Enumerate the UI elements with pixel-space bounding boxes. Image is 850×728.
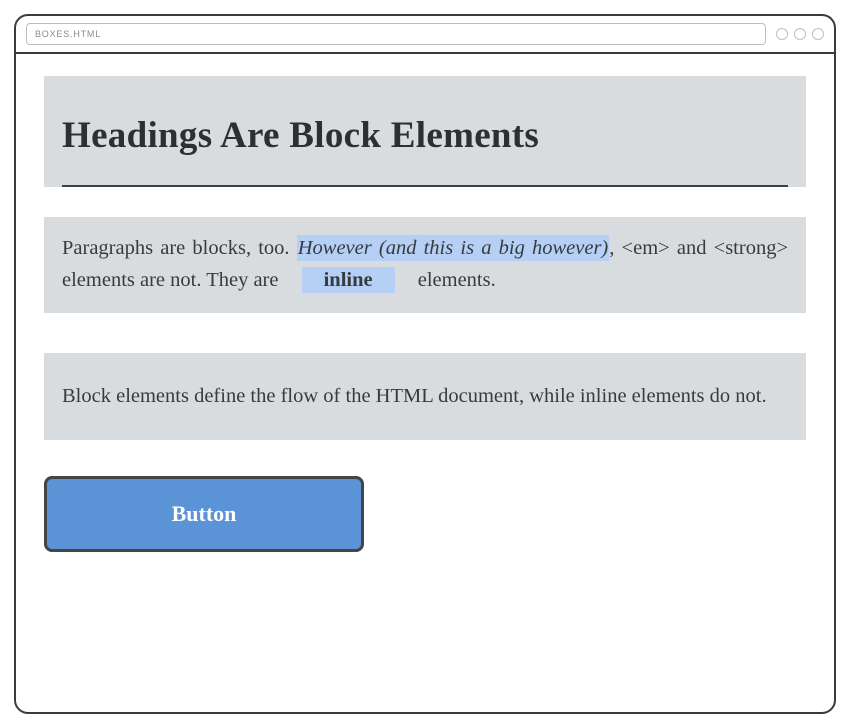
url-bar[interactable]: BOXES.HTML	[26, 23, 766, 45]
paragraph-2-block: Block elements define the flow of the HT…	[44, 353, 806, 441]
browser-window: BOXES.HTML Headings Are Block Elements P…	[14, 14, 836, 714]
para1-strong-inline: inline	[302, 267, 395, 293]
window-controls	[776, 28, 824, 40]
para1-em-inline: However (and this is a big however)	[297, 235, 610, 261]
example-button[interactable]: Button	[44, 476, 364, 552]
viewport: Headings Are Block Elements Paragraphs a…	[16, 54, 834, 712]
para1-text-3: elements.	[413, 269, 496, 291]
url-text: BOXES.HTML	[35, 29, 101, 39]
button-row: Button	[44, 476, 806, 552]
page-heading: Headings Are Block Elements	[62, 114, 788, 187]
para1-text-1: Paragraphs are blocks, too.	[62, 237, 297, 259]
page-body: Headings Are Block Elements Paragraphs a…	[44, 76, 806, 552]
window-control-circle[interactable]	[812, 28, 824, 40]
paragraph-2: Block elements define the flow of the HT…	[62, 381, 788, 413]
window-control-circle[interactable]	[776, 28, 788, 40]
heading-block: Headings Are Block Elements	[44, 76, 806, 187]
paragraph-1: Paragraphs are blocks, too. However (and…	[62, 233, 788, 297]
browser-titlebar: BOXES.HTML	[16, 16, 834, 54]
paragraph-1-block: Paragraphs are blocks, too. However (and…	[44, 217, 806, 313]
window-control-circle[interactable]	[794, 28, 806, 40]
